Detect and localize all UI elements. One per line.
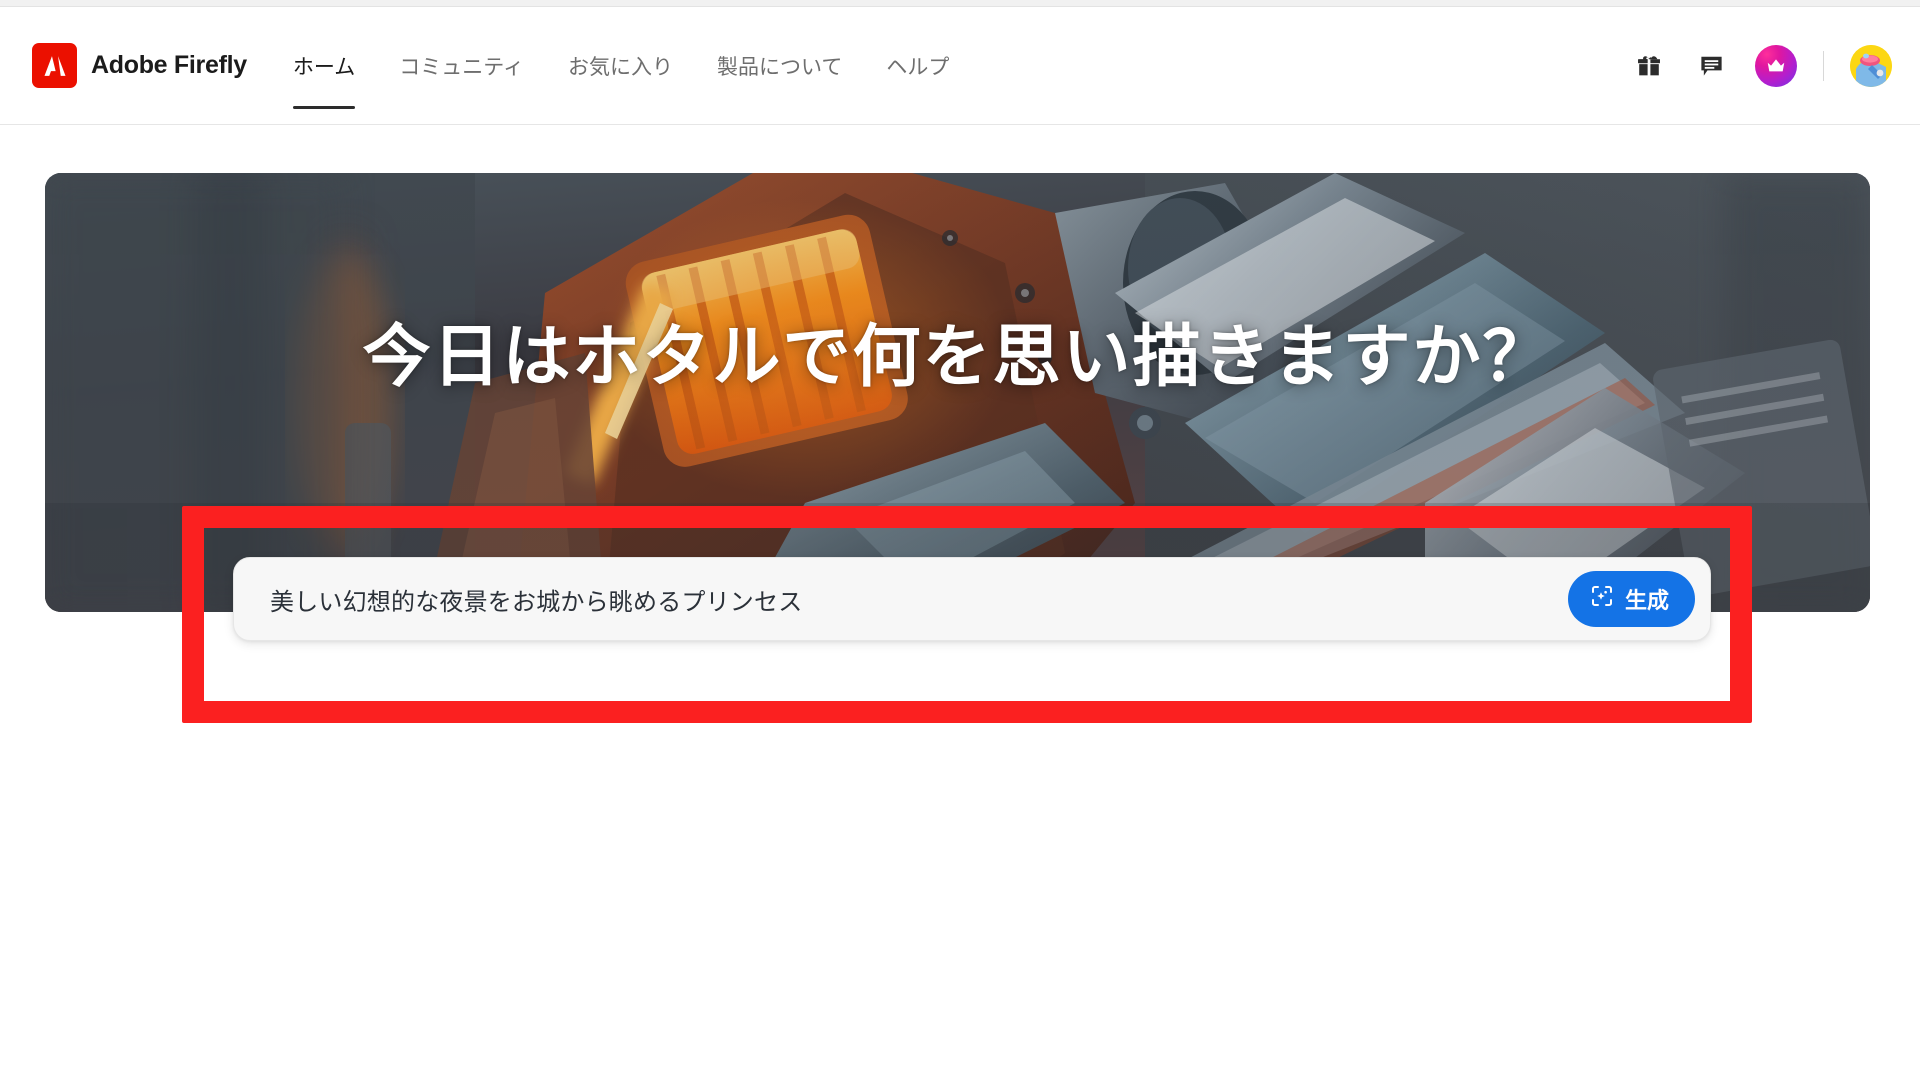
generate-button[interactable]: 生成 [1567,571,1695,627]
feedback-speech-bubble-icon[interactable] [1693,48,1729,84]
hero-title: 今日はホタルで何を思い描きますか？ [362,319,1553,395]
gift-icon[interactable] [1631,48,1667,84]
nav-item-community-label: コミュニティ [399,55,524,79]
crown-icon[interactable] [1755,44,1797,87]
nav-item-community[interactable]: コミュニティ [377,7,546,125]
generate-button-label: 生成 [1624,588,1669,613]
prompt-input-bar[interactable]: 美しい幻想的な夜景をお城から眺めるプリンセス 生成 [233,557,1711,641]
brand-name-label: Adobe Firefly [91,51,247,79]
nav-item-about-product-label: 製品について [716,55,843,79]
header-actions [1631,44,1892,87]
adobe-logo-icon [32,43,77,88]
hero-banner: 今日はホタルで何を思い描きますか？ [45,173,1870,612]
sparkle-generate-icon [1590,584,1614,614]
nav-item-home-label: ホーム [292,55,356,79]
header-divider [1823,50,1824,81]
app-header: Adobe Firefly ホーム コミュニティ お気に入り 製品について ヘル… [0,7,1920,125]
user-avatar-icon[interactable] [1850,44,1892,87]
nav-item-help-label: ヘルプ [886,55,950,79]
nav-item-home[interactable]: ホーム [271,7,377,125]
prompt-input[interactable]: 美しい幻想的な夜景をお城から眺めるプリンセス [270,582,1568,617]
nav-item-about-product[interactable]: 製品について [695,7,864,125]
nav-item-favorites[interactable]: お気に入り [546,7,695,125]
primary-nav: ホーム コミュニティ お気に入り 製品について ヘルプ [271,7,972,125]
nav-item-favorites-label: お気に入り [567,55,673,79]
brand-logo[interactable]: Adobe Firefly [32,43,247,88]
nav-item-help[interactable]: ヘルプ [864,7,971,125]
page-root: Adobe Firefly ホーム コミュニティ お気に入り 製品について ヘル… [0,0,1920,1080]
